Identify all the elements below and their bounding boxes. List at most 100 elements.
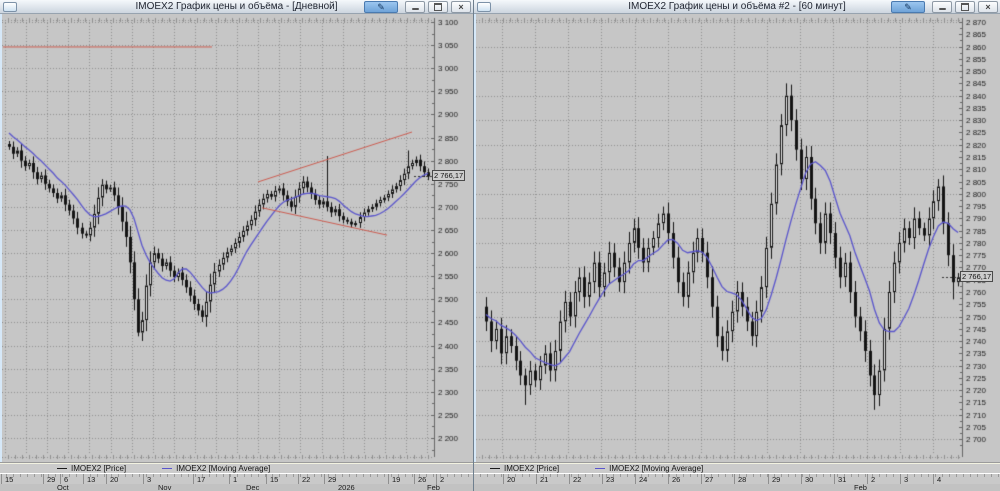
date-label: 2 <box>440 475 445 484</box>
date-tick <box>229 474 230 484</box>
date-tick <box>298 474 299 484</box>
date-label: 26 <box>672 475 681 484</box>
date-label: 29 <box>772 475 781 484</box>
legend-line-icon <box>490 468 500 469</box>
date-tick <box>834 474 835 484</box>
minimize-icon <box>411 4 419 10</box>
legend-line-icon <box>595 468 606 469</box>
last-price-box: 2 766,17 <box>960 270 994 282</box>
close-icon: × <box>458 2 464 12</box>
date-tick <box>1 474 2 484</box>
chart-window-daily: IMOEX2 График цены и объёма - [Дневной] … <box>0 0 473 491</box>
chart-window-hourly: IMOEX2 График цены и объёма #2 - [60 мин… <box>474 0 1000 491</box>
restore-icon <box>434 3 442 11</box>
legend-item: IMOEX2 [Price] <box>490 464 559 473</box>
date-tick <box>701 474 702 484</box>
titlebar[interactable]: IMOEX2 График цены и объёма - [Дневной] … <box>0 0 473 14</box>
last-price-box: 2 766,17 <box>432 170 466 182</box>
month-label: Feb <box>854 483 867 491</box>
date-tick <box>143 474 144 484</box>
legend-line-icon <box>57 468 67 469</box>
date-tick <box>324 474 325 484</box>
date-label: 28 <box>738 475 747 484</box>
date-label: 23 <box>606 475 615 484</box>
date-label: 22 <box>302 475 311 484</box>
date-label: 3 <box>904 475 909 484</box>
date-tick <box>266 474 267 484</box>
month-axis: Oct Nov Dec 2026 Feb <box>0 483 473 491</box>
date-label: 29 <box>328 475 337 484</box>
date-tick <box>193 474 194 484</box>
date-label: 13 <box>87 475 96 484</box>
date-tick <box>569 474 570 484</box>
titlebar[interactable]: IMOEX2 График цены и объёма #2 - [60 мин… <box>474 0 1000 14</box>
date-label: 15 <box>270 475 279 484</box>
date-label: 4 <box>937 475 942 484</box>
legend-item: IMOEX2 [Moving Average] <box>595 464 703 473</box>
month-axis: Feb <box>474 483 1000 491</box>
minimize-button[interactable] <box>405 1 425 13</box>
legend-label: IMOEX2 [Moving Average] <box>176 464 271 473</box>
date-tick <box>734 474 735 484</box>
date-label: 24 <box>639 475 648 484</box>
date-label: 20 <box>507 475 516 484</box>
month-label: Feb <box>427 483 440 491</box>
date-label: 29 <box>47 475 56 484</box>
minimize-icon <box>938 4 946 10</box>
date-label: 22 <box>573 475 582 484</box>
draw-tool-button[interactable]: ✎ <box>364 1 398 13</box>
pencil-icon: ✎ <box>904 1 912 12</box>
date-label: 2 <box>871 475 876 484</box>
date-label: 27 <box>705 475 714 484</box>
date-tick <box>503 474 504 484</box>
date-tick <box>933 474 934 484</box>
date-label: 26 <box>418 475 427 484</box>
panel-edge <box>474 13 476 491</box>
date-tick <box>388 474 389 484</box>
month-label: Nov <box>158 483 172 491</box>
close-icon: × <box>985 2 991 12</box>
month-label: 2026 <box>338 483 355 491</box>
legend-label: IMOEX2 [Moving Average] <box>609 464 704 473</box>
restore-button[interactable] <box>955 1 975 13</box>
price-chart-canvas[interactable] <box>0 13 473 462</box>
minimize-button[interactable] <box>932 1 952 13</box>
date-tick <box>768 474 769 484</box>
date-tick <box>43 474 44 484</box>
date-tick <box>801 474 802 484</box>
restore-icon <box>961 3 969 11</box>
date-tick <box>414 474 415 484</box>
date-label: 3 <box>147 475 152 484</box>
legend-item: IMOEX2 [Price] <box>57 464 126 473</box>
price-chart-canvas[interactable] <box>474 13 1000 462</box>
date-label: 31 <box>838 475 847 484</box>
date-label: 21 <box>540 475 549 484</box>
panel-divider[interactable] <box>473 0 474 491</box>
date-tick <box>83 474 84 484</box>
pencil-icon: ✎ <box>377 1 385 12</box>
date-label: 17 <box>197 475 206 484</box>
legend-label: IMOEX2 [Price] <box>71 464 127 473</box>
date-label: 19 <box>392 475 401 484</box>
date-label: 15 <box>5 475 14 484</box>
date-tick <box>635 474 636 484</box>
month-label: Dec <box>246 483 260 491</box>
legend-item: IMOEX2 [Moving Average] <box>162 464 270 473</box>
date-label: 30 <box>805 475 814 484</box>
close-button[interactable]: × <box>978 1 998 13</box>
draw-tool-button[interactable]: ✎ <box>891 1 925 13</box>
date-tick <box>106 474 107 484</box>
panel-edge <box>0 13 2 491</box>
date-tick <box>602 474 603 484</box>
date-tick <box>900 474 901 484</box>
month-label: Oct <box>57 483 69 491</box>
date-label: 1 <box>233 475 238 484</box>
legend-label: IMOEX2 [Price] <box>504 464 560 473</box>
legend-line-icon <box>162 468 173 469</box>
date-tick <box>668 474 669 484</box>
restore-button[interactable] <box>428 1 448 13</box>
close-button[interactable]: × <box>451 1 471 13</box>
date-tick <box>536 474 537 484</box>
date-tick <box>867 474 868 484</box>
date-label: 20 <box>110 475 119 484</box>
